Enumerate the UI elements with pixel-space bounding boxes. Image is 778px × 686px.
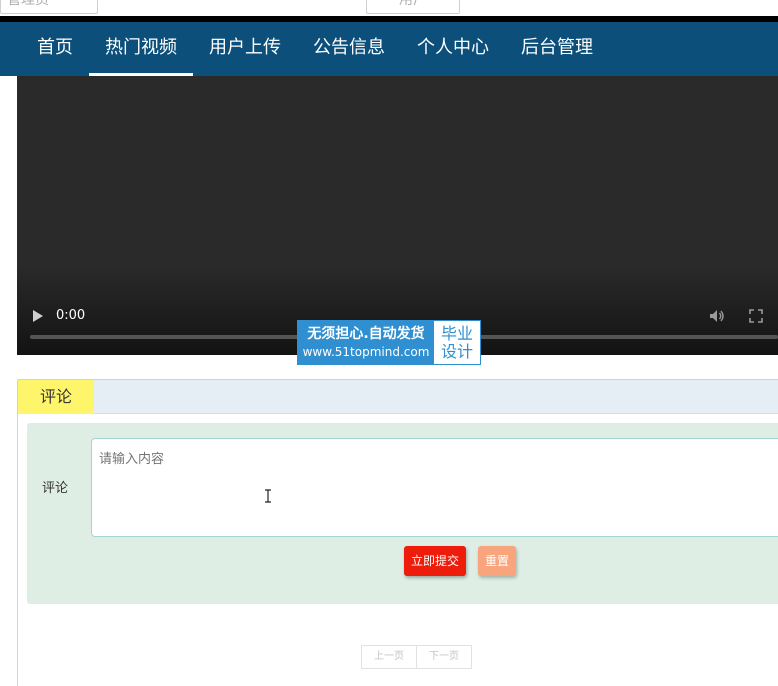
- volume-icon[interactable]: [709, 308, 725, 324]
- video-player[interactable]: 0:00: [17, 76, 778, 355]
- nav-item-personal-center[interactable]: 个人中心: [401, 22, 505, 76]
- page: 管理员 用户 首页 热门视频 用户上传 公告信息 个人中心 后台管理 0:00 …: [0, 0, 778, 686]
- watermark-side-bottom: 设计: [440, 341, 473, 361]
- watermark-url: www.51topmind.com: [302, 345, 430, 359]
- comment-input[interactable]: [91, 438, 778, 537]
- prev-page-button[interactable]: 上一页: [361, 645, 417, 669]
- nav-item-home[interactable]: 首页: [21, 22, 89, 76]
- comment-form: 评论 立即提交 重置: [27, 423, 778, 604]
- watermark-side-top: 毕业: [440, 323, 473, 343]
- reset-button[interactable]: 重置: [478, 546, 516, 576]
- nav-item-hot-videos[interactable]: 热门视频: [89, 22, 193, 76]
- watermark-badge: 无须担心.自动发货 www.51topmind.com 毕业 设计: [297, 320, 481, 365]
- main-nav: 首页 热门视频 用户上传 公告信息 个人中心 后台管理: [0, 22, 778, 76]
- comment-panel: 评论 评论 立即提交 重置 上一页 下一页: [17, 379, 778, 686]
- comment-field-label: 评论: [42, 481, 69, 496]
- play-icon[interactable]: [31, 309, 45, 323]
- admin-role-field[interactable]: 管理员: [0, 0, 98, 14]
- nav-item-user-upload[interactable]: 用户上传: [193, 22, 297, 76]
- watermark-main: 无须担心.自动发货 www.51topmind.com: [298, 321, 434, 364]
- tab-comment[interactable]: 评论: [18, 380, 94, 414]
- watermark-side: 毕业 设计: [434, 321, 480, 364]
- video-time: 0:00: [56, 308, 86, 323]
- pagination: 上一页 下一页: [361, 645, 472, 669]
- fullscreen-icon[interactable]: [749, 309, 763, 323]
- submit-button[interactable]: 立即提交: [404, 546, 466, 576]
- text-cursor-icon: [265, 489, 271, 503]
- watermark-slogan: 无须担心.自动发货: [307, 326, 425, 342]
- user-role-field[interactable]: 用户: [366, 0, 460, 14]
- nav-item-announcements[interactable]: 公告信息: [297, 22, 401, 76]
- next-page-button[interactable]: 下一页: [417, 645, 472, 669]
- comment-tab-bar: 评论: [18, 380, 778, 414]
- nav-item-admin[interactable]: 后台管理: [505, 22, 609, 76]
- login-strip: 管理员 用户: [0, 0, 778, 16]
